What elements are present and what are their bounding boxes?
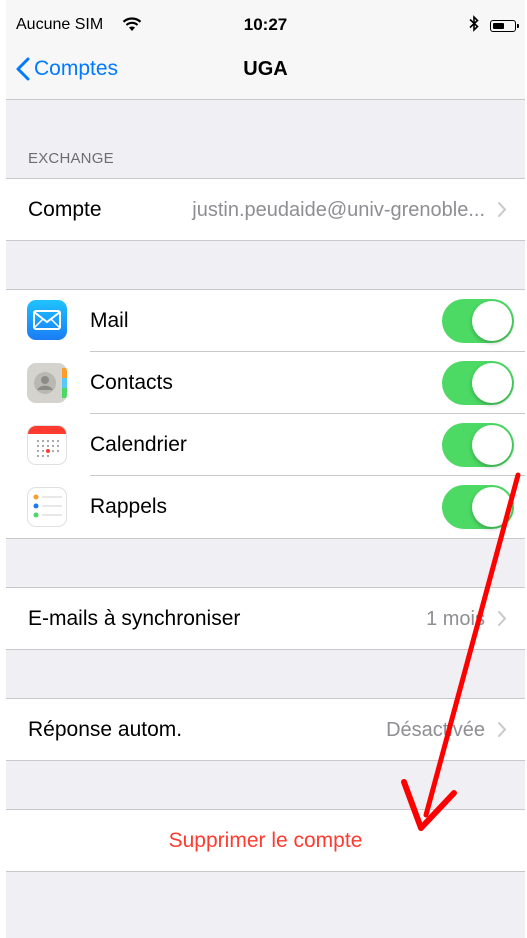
settings-screen: Aucune SIM 10:27 Comptes UGA EXCHANGE Co… <box>6 0 525 938</box>
annotation-arrow <box>401 472 521 831</box>
